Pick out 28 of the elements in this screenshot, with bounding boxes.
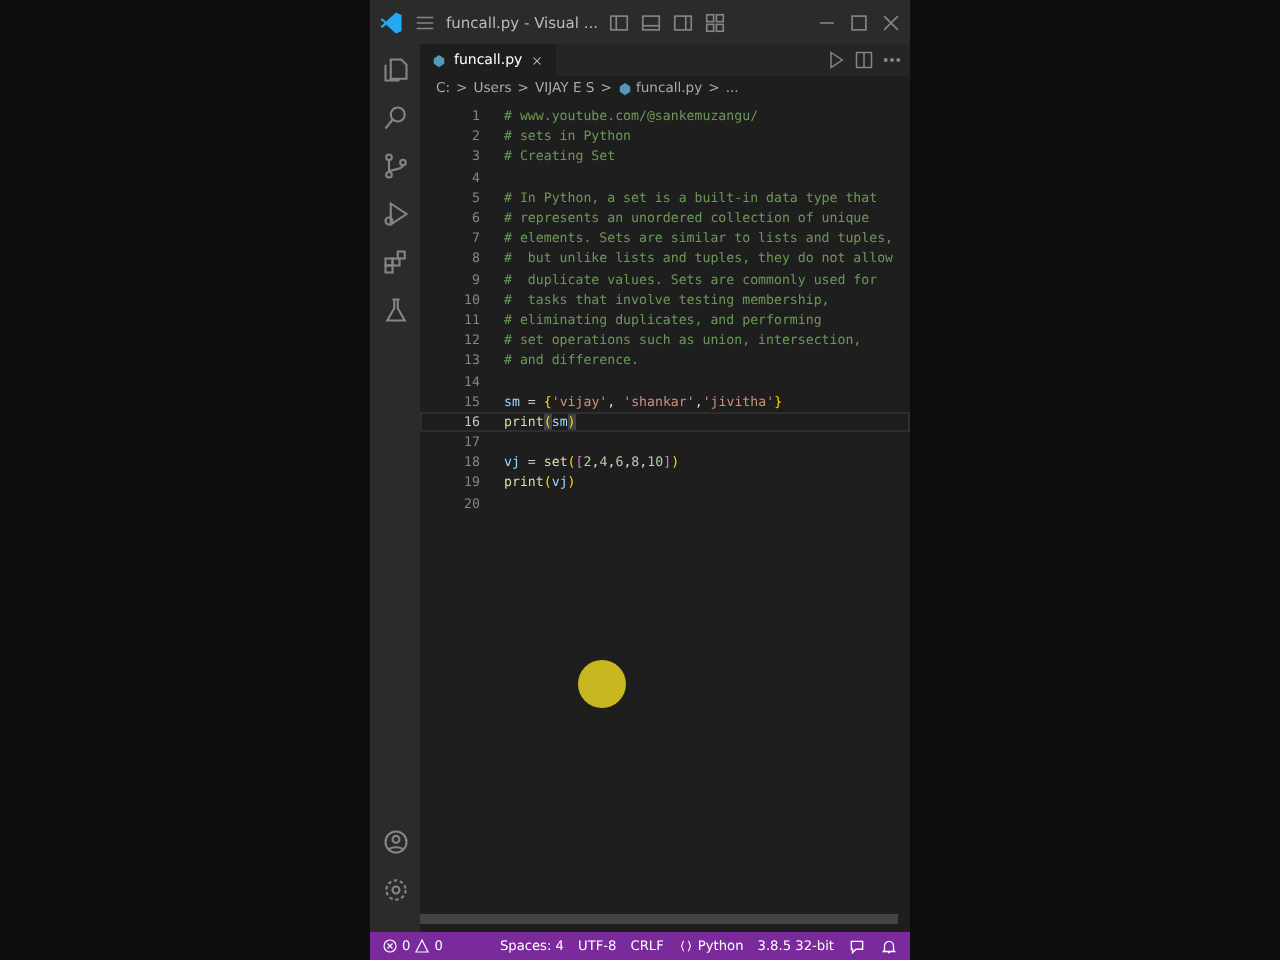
bell-icon[interactable] <box>880 937 898 955</box>
layout-sidebar-icon[interactable] <box>608 11 631 33</box>
vscode-logo-icon <box>378 9 404 35</box>
split-editor-icon[interactable] <box>854 50 874 70</box>
warning-icon <box>414 938 431 954</box>
menu-icon[interactable] <box>414 11 436 33</box>
layout-split-icon[interactable] <box>672 11 695 33</box>
close-icon[interactable] <box>530 53 545 67</box>
search-icon[interactable] <box>381 104 409 132</box>
maximize-icon[interactable] <box>848 11 870 33</box>
run-debug-icon[interactable] <box>381 200 409 228</box>
run-icon[interactable] <box>826 50 846 70</box>
account-icon[interactable] <box>381 828 409 856</box>
braces-icon <box>677 938 694 954</box>
cursor-highlight <box>578 660 626 708</box>
settings-icon[interactable] <box>381 876 409 904</box>
horizontal-scrollbar[interactable] <box>420 914 898 924</box>
python-file-icon <box>617 81 632 95</box>
flask-icon[interactable] <box>381 296 409 324</box>
layout-panel-icon[interactable] <box>640 11 663 33</box>
error-icon <box>382 938 398 954</box>
customize-layout-icon[interactable] <box>704 11 727 33</box>
explorer-icon[interactable] <box>381 56 409 84</box>
extensions-icon[interactable] <box>381 248 409 276</box>
python-file-icon <box>432 53 446 67</box>
close-icon[interactable] <box>880 11 902 33</box>
source-control-icon[interactable] <box>381 152 409 180</box>
feedback-icon[interactable] <box>848 937 866 955</box>
